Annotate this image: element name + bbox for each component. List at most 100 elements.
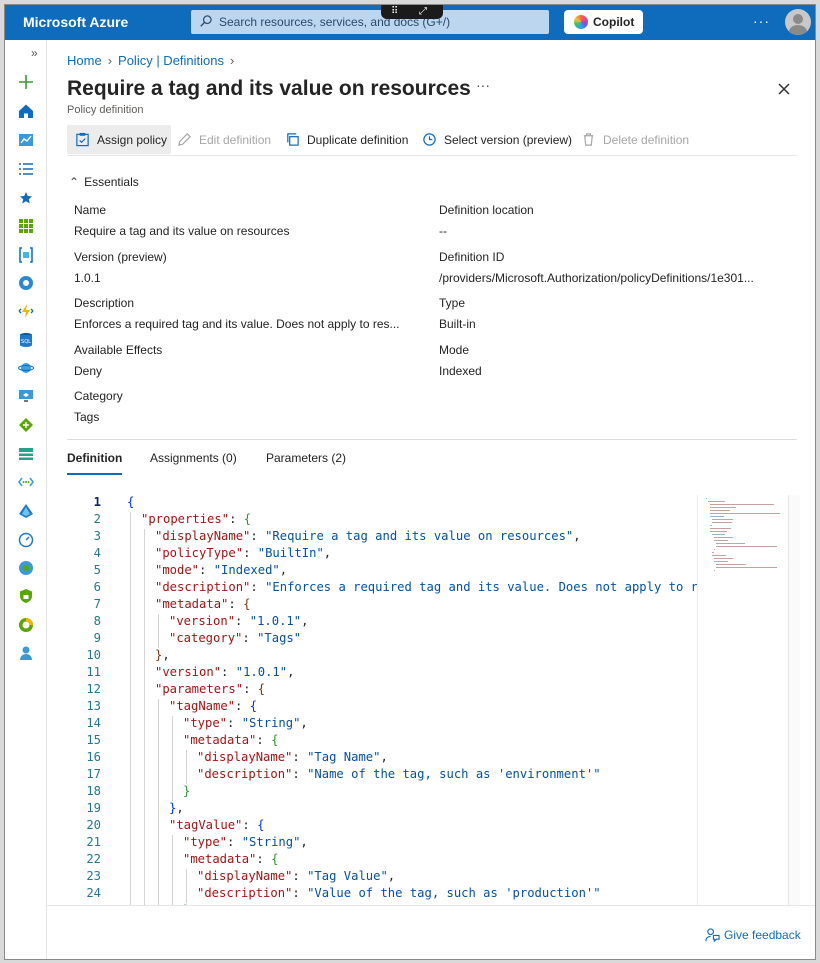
editor-minimap[interactable] [697,495,787,911]
monitor-icon[interactable] [18,532,34,548]
indent-guide [144,546,145,563]
indent-guide [186,886,187,903]
indent-guide [130,512,131,529]
cosmos-db-icon[interactable] [18,360,34,376]
tab-assignments[interactable]: Assignments (0) [150,451,237,473]
trash-icon [583,133,594,146]
indent-guide [172,835,173,852]
essentials-toggle[interactable]: ⌃ Essentials [69,175,139,189]
chevron-right-icon: › [107,53,113,68]
indent-guide [158,716,159,733]
line-number: 8 [93,614,101,628]
minimap-line [710,525,713,526]
storage-account-icon[interactable] [18,446,34,462]
code-text: } [183,784,191,798]
minimap-line [710,510,730,511]
essentials-heading: Essentials [84,175,139,189]
resource-groups-icon[interactable] [18,247,34,263]
indent-guide [144,529,145,546]
field-value: Built-in [439,317,476,331]
code-lines[interactable]: 1{2 "properties": {3 "displayName": "Requi… [47,495,697,911]
edit-definition-button[interactable]: Edit definition [169,125,277,154]
indent-guide [130,801,131,818]
copilot-button[interactable]: Copilot [564,10,643,34]
delete-definition-button[interactable]: Delete definition [573,125,695,154]
field-value: -- [439,224,447,238]
field-value: Indexed [439,364,482,378]
line-number: 11 [86,665,101,679]
global-search-input[interactable]: Search resources, services, and docs (G+… [191,10,549,34]
indent-guide [144,580,145,597]
assign-policy-button[interactable]: Assign policy [67,125,171,154]
field-value: Deny [74,364,103,378]
code-editor[interactable]: 1{2 "properties": {3 "displayName": "Requi… [47,495,787,911]
virtual-network-icon[interactable] [18,474,34,490]
indent-guide [144,869,145,886]
minimap-line [712,534,726,535]
all-services-icon[interactable] [18,161,34,177]
cost-management-icon[interactable] [18,617,34,633]
minimap-line [710,531,727,532]
dashboard-icon[interactable] [18,132,34,148]
duplicate-icon [287,133,299,146]
field-label: Definition location [439,203,534,217]
app-services-icon[interactable] [18,275,34,291]
code-line[interactable]: 2 "properties": { [47,512,697,529]
function-app-icon[interactable] [18,303,34,319]
defender-icon[interactable] [18,588,34,604]
indent-guide [158,784,159,801]
code-text: "properties": { [141,512,252,526]
plus-icon[interactable] [18,74,34,90]
advisor-icon[interactable] [18,560,34,576]
field-value: /providers/Microsoft.Authorization/polic… [439,271,754,285]
pencil-icon [178,133,191,146]
minimap-line [712,552,715,553]
code-text: "displayName": "Tag Value", [197,869,396,883]
favorites-star-icon[interactable] [18,190,34,206]
breadcrumb-home[interactable]: Home [67,53,102,68]
field-name: Name Require a tag and its value on reso… [74,203,289,238]
entra-id-icon[interactable] [18,503,34,519]
help-support-icon[interactable] [18,645,34,661]
tab-definition[interactable]: Definition [67,451,123,475]
all-resources-icon[interactable] [18,218,34,234]
tab-parameters[interactable]: Parameters (2) [266,451,346,473]
virtual-machine-icon[interactable] [18,388,34,404]
field-value: Tags [74,410,100,424]
load-balancer-icon[interactable] [18,417,34,433]
indent-guide [158,699,159,716]
code-text: "displayName": "Tag Name", [197,750,388,764]
window-snap-handle[interactable]: ⠿ ⤢ [381,5,443,19]
expand-menu-icon[interactable]: » [31,46,38,60]
home-icon[interactable] [18,103,34,119]
field-value: 1.0.1 [74,271,101,285]
indent-guide [172,886,173,903]
indent-guide [158,886,159,903]
avatar[interactable] [785,9,811,35]
close-icon[interactable] [775,80,793,98]
indent-guide [130,546,131,563]
line-number: 2 [93,512,101,526]
code-text: "description": "Value of the tag, such a… [197,886,601,900]
editor-scrollbar[interactable] [788,495,800,911]
title-more-icon[interactable]: ··· [476,77,490,93]
duplicate-definition-label: Duplicate definition [307,133,409,147]
field-available-effects: Available Effects Deny [74,343,162,378]
search-icon [200,15,212,27]
field-label: Definition ID [439,250,505,264]
indent-guide [144,614,145,631]
field-label: Mode [439,343,470,357]
select-version-button[interactable]: Select version (preview) [414,125,572,154]
code-line[interactable]: 1{ [47,495,697,512]
minimap-line [714,558,733,559]
breadcrumb-policy-definitions[interactable]: Policy | Definitions [118,53,224,68]
indent-guide [158,818,159,835]
minimap-line [710,507,737,508]
indent-guide [144,563,145,580]
portal-brand[interactable]: Microsoft Azure [23,14,128,30]
indent-guide [172,767,173,784]
more-actions-icon[interactable]: ··· [753,13,770,29]
sql-database-icon[interactable]: SQL [18,332,34,348]
duplicate-definition-button[interactable]: Duplicate definition [277,125,413,154]
code-text: "policyType": "BuiltIn", [155,546,332,560]
